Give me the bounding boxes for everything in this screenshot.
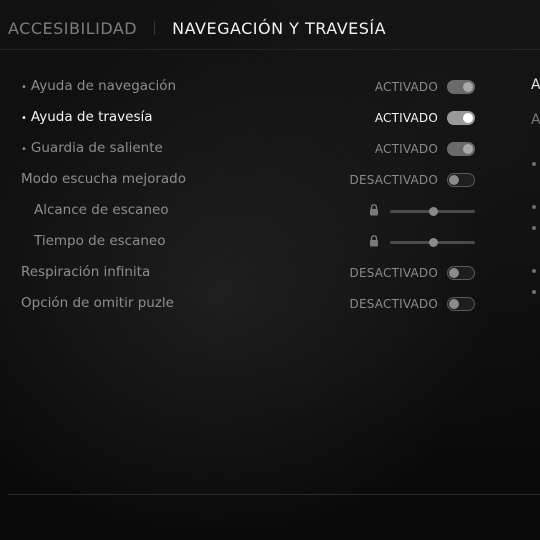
description-subtitle: A — [531, 112, 540, 128]
tab-bar: ACCESIBILIDAD NAVEGACIÓN Y TRAVESÍA — [8, 14, 386, 42]
description-bullet — [532, 162, 536, 166]
setting-label: Modo escucha mejorado — [21, 171, 187, 187]
setting-value: DESACTIVADO — [349, 297, 438, 311]
setting-label-text: Ayuda de travesía — [30, 109, 153, 125]
setting-row-respiracion-infinita[interactable]: Respiración infinita DESACTIVADO — [0, 257, 490, 288]
setting-label: Respiración infinita — [21, 264, 151, 280]
tab-navegacion-y-travesia[interactable]: NAVEGACIÓN Y TRAVESÍA — [172, 19, 386, 38]
toggle-knob — [449, 175, 459, 185]
slider-thumb[interactable] — [428, 207, 438, 216]
tab-divider — [154, 21, 156, 35]
setting-value: DESACTIVADO — [349, 173, 438, 187]
footer-divider — [8, 494, 540, 495]
setting-label: Tiempo de escaneo — [34, 233, 166, 249]
tab-accesibilidad[interactable]: ACCESIBILIDAD — [8, 19, 137, 38]
setting-label-text: Ayuda de navegación — [30, 78, 177, 94]
toggle-switch[interactable] — [447, 173, 475, 187]
description-title: A — [531, 77, 540, 93]
toggle-switch[interactable] — [447, 111, 475, 125]
header-divider — [0, 49, 540, 50]
toggle-knob — [463, 82, 473, 92]
toggle-switch[interactable] — [447, 266, 475, 280]
description-bullet — [532, 269, 536, 273]
description-bullet — [532, 205, 536, 209]
setting-row-ayuda-travesia[interactable]: • Ayuda de travesía ACTIVADO — [0, 102, 490, 133]
toggle-knob — [449, 268, 459, 278]
toggle-switch[interactable] — [447, 80, 475, 94]
lock-icon — [370, 235, 378, 247]
setting-value: ACTIVADO — [374, 142, 438, 156]
bullet-icon: • — [21, 82, 27, 93]
setting-row-tiempo-escaneo[interactable]: Tiempo de escaneo — [0, 226, 490, 257]
setting-label: • Guardia de saliente — [21, 140, 163, 156]
setting-value: DESACTIVADO — [349, 266, 438, 280]
description-bullet — [532, 226, 536, 230]
lock-icon — [370, 204, 378, 216]
setting-label-text: Guardia de saliente — [30, 140, 163, 156]
toggle-knob — [449, 299, 459, 309]
setting-value: ACTIVADO — [374, 80, 438, 94]
setting-label: Opción de omitir puzle — [21, 295, 174, 311]
settings-list: • Ayuda de navegación ACTIVADO • Ayuda de … — [0, 71, 490, 319]
setting-value: ACTIVADO — [374, 111, 438, 125]
toggle-knob — [463, 144, 473, 154]
setting-row-omitir-puzle[interactable]: Opción de omitir puzle DESACTIVADO — [0, 288, 490, 319]
slider-track[interactable] — [390, 238, 475, 247]
toggle-knob — [463, 113, 473, 123]
setting-row-guardia-saliente[interactable]: • Guardia de saliente ACTIVADO — [0, 133, 490, 164]
setting-label: • Ayuda de travesía — [21, 109, 153, 125]
toggle-switch[interactable] — [447, 297, 475, 311]
bullet-icon: • — [21, 113, 27, 124]
slider-track[interactable] — [390, 207, 475, 216]
setting-row-modo-escucha[interactable]: Modo escucha mejorado DESACTIVADO — [0, 164, 490, 195]
toggle-switch[interactable] — [447, 142, 475, 156]
bullet-icon: • — [21, 144, 27, 155]
setting-label: Alcance de escaneo — [34, 202, 169, 218]
slider-thumb[interactable] — [428, 238, 438, 247]
description-bullet — [532, 290, 536, 294]
setting-label: • Ayuda de navegación — [21, 78, 176, 94]
setting-row-alcance-escaneo[interactable]: Alcance de escaneo — [0, 195, 490, 226]
setting-row-ayuda-navegacion[interactable]: • Ayuda de navegación ACTIVADO — [0, 71, 490, 102]
